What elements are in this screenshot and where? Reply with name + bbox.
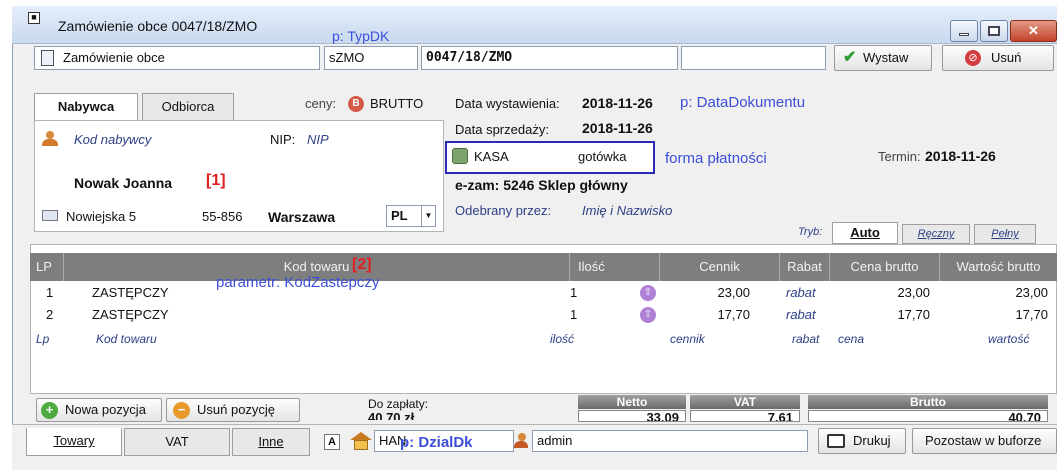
prices-label: ceny: [305,96,337,111]
amount-due-value: 40,70 zł [368,410,415,420]
window-icon: ■ [28,12,40,24]
buyer-code-field[interactable]: Kod nabywcy [74,132,151,147]
prices-value: BRUTTO [370,96,424,111]
add-item-button[interactable]: + Nowa pozycja [36,398,162,422]
cash-register-icon [452,148,468,164]
keep-in-buffer-button[interactable]: Pozostaw w buforze [912,428,1057,454]
buyer-postcode: 55-856 [202,209,243,224]
column-qty[interactable]: Ilość [570,253,660,281]
entry-row[interactable]: Lp Kod towaru ilość cennik rabat cena wa… [30,328,1057,350]
annotation-forma: forma płatności [665,150,767,167]
mode-tab-manual[interactable]: Ręczny [902,224,970,244]
vat-value: 7,61 [690,410,800,422]
annotation-typdk: p: TypDK [332,28,390,44]
buyer-name: Nowak Joanna [74,175,173,191]
font-size-icon[interactable]: A [324,434,340,450]
store-label: e-zam: 5246 Sklep główny [455,177,628,193]
payment-method: KASA [474,149,509,164]
amount-due-clip: 40,70 zł [368,410,448,420]
plus-icon: + [41,402,58,419]
received-value[interactable]: Imię i Nazwisko [582,203,672,218]
tab-buyer[interactable]: Nabywca [34,93,138,121]
remove-item-button[interactable]: − Usuń pozycję [166,398,300,422]
column-discount[interactable]: Rabat [780,253,830,281]
minimize-icon[interactable] [950,20,978,42]
user-icon [514,433,530,449]
mode-tab-auto[interactable]: Auto [832,222,898,244]
sale-date-value[interactable]: 2018-11-26 [582,120,653,136]
person-icon [42,131,58,147]
annotation-one: [1] [206,172,226,189]
buyer-street: Nowiejska 5 [66,209,137,224]
delete-icon: ⊘ [965,50,981,66]
address-card-icon [42,210,58,221]
tab-receiver[interactable]: Odbiorca [142,93,234,121]
country-select[interactable]: PL ▼ [386,205,436,227]
nip-label: NIP: [270,132,296,147]
issue-date-label: Data wystawienia: [455,96,560,111]
issue-button[interactable]: ✔ Wystaw [834,45,932,71]
annotation-two: [2] [352,256,372,273]
grid-header: LP Kod towaru Ilość Cennik Rabat Cena br… [30,253,1057,281]
buyer-city: Warszawa [268,209,336,225]
column-lp[interactable]: LP [30,253,64,281]
price-mode-icon[interactable]: B [348,96,364,112]
price-list-icon[interactable]: ⇧ [640,285,656,301]
column-unit-gross[interactable]: Cena brutto [830,253,940,281]
sale-date-label: Data sprzedaży: [455,122,549,137]
annotation-dzialdk: p: DzialDk [400,434,473,451]
net-header: Netto [578,395,686,409]
chevron-down-icon[interactable]: ▼ [421,206,435,226]
nip-field[interactable]: NIP [307,132,329,147]
annotation-datadok: p: DataDokumentu [680,94,806,111]
window-title: Zamówienie obce 0047/18/ZMO [58,18,258,34]
amount-due-label: Do zapłaty: [368,397,429,411]
print-button[interactable]: Drukuj [818,428,906,454]
table-row[interactable]: 2 ZASTĘPCZY 1 ⇧ 17,70 rabat 17,70 17,70 [30,304,1057,326]
payment-type: gotówka [578,149,627,164]
mode-label: Tryb: [798,226,823,238]
received-label: Odebrany przez: [455,203,552,218]
check-icon: ✔ [843,49,857,66]
column-price-list[interactable]: Cennik [660,253,780,281]
series-field[interactable]: sZMO [324,46,418,70]
table-row[interactable]: 1 ZASTĘPCZY 1 ⇧ 23,00 rabat 23,00 23,00 [30,282,1057,304]
mode-tab-full[interactable]: Pełny [974,224,1036,244]
annotation-zast: parametr: KodZastepczy [216,274,380,291]
maximize-icon[interactable] [980,20,1008,42]
tab-goods[interactable]: Towary [26,428,122,456]
price-list-icon[interactable]: ⇧ [640,307,656,323]
printer-icon [827,434,845,448]
user-field[interactable]: admin [532,430,808,452]
net-value: 33,09 [578,410,686,422]
department-icon [350,432,372,450]
gross-value: 40,70 [808,410,1048,422]
gross-header: Brutto [808,395,1048,409]
minus-icon: − [173,402,190,419]
tab-vat[interactable]: VAT [124,428,230,456]
header-extra-field[interactable] [681,46,826,70]
issue-date-value[interactable]: 2018-11-26 [582,95,653,111]
column-value-gross[interactable]: Wartość brutto [940,253,1057,281]
document-icon [41,50,54,66]
delete-button[interactable]: ⊘ Usuń [942,45,1054,71]
due-date-value[interactable]: 2018-11-26 [925,148,996,164]
doc-type-field[interactable]: Zamówienie obce [34,46,320,70]
vat-header: VAT [690,395,800,409]
tab-other[interactable]: Inne [232,428,310,456]
due-date-label: Termin: [878,149,921,164]
close-icon[interactable]: ✕ [1010,20,1057,42]
number-field[interactable]: 0047/18/ZMO [421,46,678,70]
